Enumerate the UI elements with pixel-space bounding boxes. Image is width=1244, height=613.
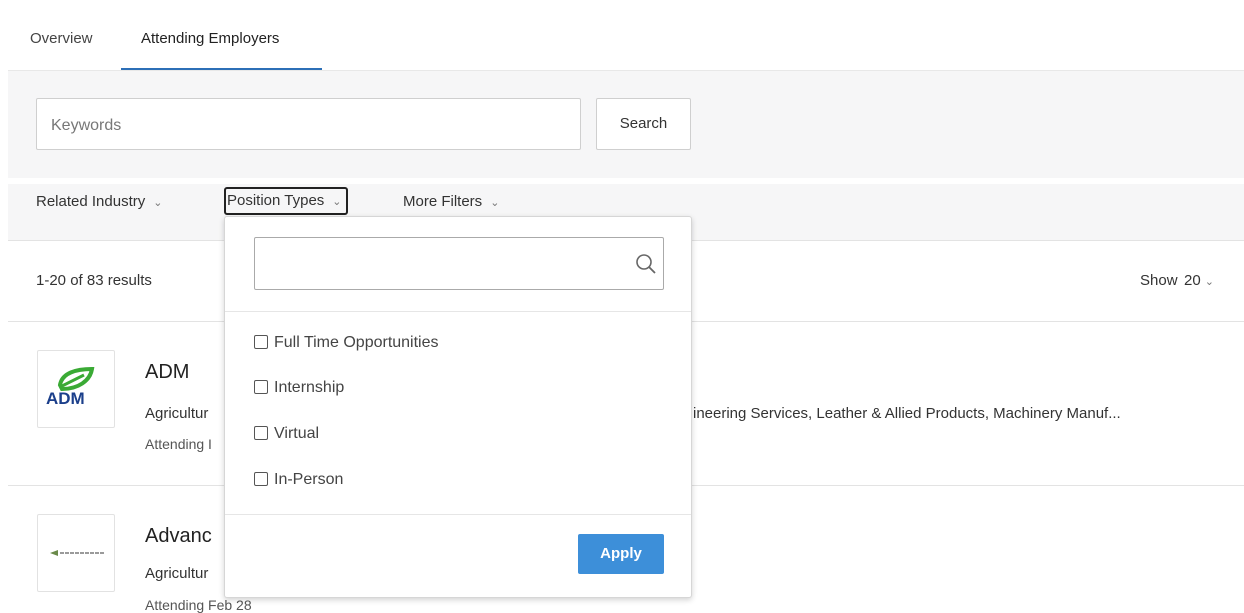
page-size-value: 20 <box>1184 272 1201 289</box>
active-tab-indicator <box>121 68 322 70</box>
chevron-down-icon: ⌄ <box>490 197 500 209</box>
internship-checkbox[interactable] <box>254 380 268 394</box>
results-count: 1-20 of 83 results <box>36 272 152 289</box>
apply-button[interactable]: Apply <box>578 534 664 574</box>
dropdown-divider <box>225 514 691 515</box>
page-size-select[interactable]: 20 ⌄ <box>1184 272 1214 289</box>
employer-attending: Attending Feb 28 <box>145 597 252 613</box>
tab-attending-employers[interactable]: Attending Employers <box>141 30 279 47</box>
search-button[interactable]: Search <box>596 98 691 150</box>
adm-logo-text: ADM <box>46 389 85 408</box>
show-label: Show <box>1140 272 1178 289</box>
option-internship[interactable]: Internship <box>254 378 344 398</box>
employer-name[interactable]: Advanc <box>145 525 212 548</box>
more-filters-filter[interactable]: More Filters ⌄ <box>403 191 499 213</box>
dropdown-search-input[interactable] <box>254 237 664 290</box>
position-types-filter[interactable]: Position Types ⌄ <box>224 187 348 215</box>
position-types-label: Position Types <box>227 192 325 209</box>
chevron-down-icon: ⌄ <box>332 196 342 208</box>
chevron-down-icon: ⌄ <box>153 197 163 209</box>
virtual-checkbox[interactable] <box>254 426 268 440</box>
option-label: Internship <box>274 379 345 396</box>
employer-industries-tail: ineering Services, Leather & Allied Prod… <box>693 405 1121 422</box>
employer-logo-mark-icon <box>50 550 104 556</box>
related-industry-label: Related Industry <box>36 193 146 210</box>
tab-overview[interactable]: Overview <box>30 30 93 47</box>
dropdown-divider <box>225 311 691 312</box>
full-time-checkbox[interactable] <box>254 335 268 349</box>
related-industry-filter[interactable]: Related Industry ⌄ <box>36 191 162 213</box>
option-full-time[interactable]: Full Time Opportunities <box>254 333 439 353</box>
employer-logo <box>37 514 115 592</box>
option-label: In-Person <box>274 471 344 488</box>
chevron-down-icon: ⌄ <box>1204 276 1214 288</box>
option-in-person[interactable]: In-Person <box>254 470 343 490</box>
keywords-input[interactable]: Keywords <box>36 98 581 150</box>
search-icon <box>636 254 656 274</box>
employer-industries: Agricultur <box>145 405 209 422</box>
option-virtual[interactable]: Virtual <box>254 424 319 444</box>
option-label: Virtual <box>274 425 320 442</box>
employer-attending: Attending I <box>145 436 212 452</box>
more-filters-label: More Filters <box>403 193 483 210</box>
in-person-checkbox[interactable] <box>254 472 268 486</box>
employer-industries: Agricultur <box>145 565 209 582</box>
employer-name[interactable]: ADM <box>145 361 189 384</box>
option-label: Full Time Opportunities <box>274 334 439 351</box>
